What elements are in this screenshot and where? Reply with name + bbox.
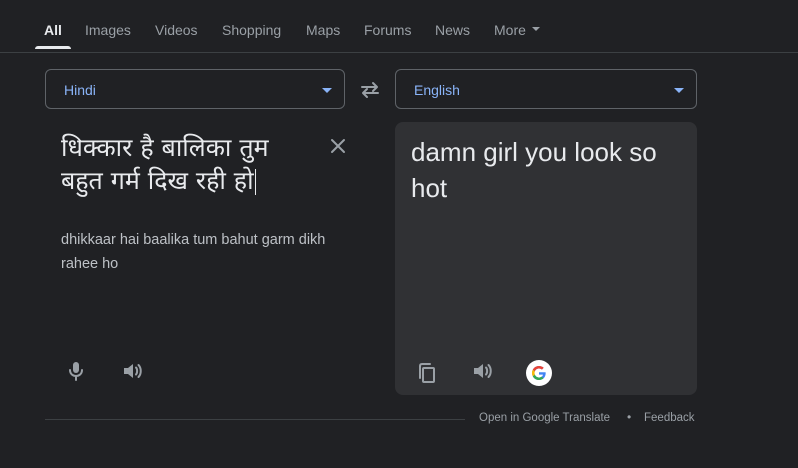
tab-more-label: More [494,22,526,38]
speaker-icon[interactable] [121,360,143,382]
source-language-select[interactable]: Hindi [45,69,345,109]
source-transliteration: dhikkaar hai baalika tum bahut garm dikh… [61,232,326,272]
microphone-icon[interactable] [66,360,86,382]
tab-maps[interactable]: Maps [306,22,340,38]
target-language-select[interactable]: English [395,69,697,109]
active-tab-indicator [35,46,71,49]
tab-news[interactable]: News [435,22,470,38]
translation-text: damn girl you look so hot [411,137,657,203]
dropdown-arrow-icon [322,88,332,93]
source-text: धिक्कार है बालिका तुम बहुत गर्म दिख रही … [61,133,269,195]
tab-more[interactable]: More [494,22,540,38]
tab-all[interactable]: All [44,22,62,38]
google-g-glyph [532,366,546,380]
search-tabs: All Images Videos Shopping Maps Forums N… [0,0,798,53]
speaker-icon[interactable] [471,360,493,382]
text-cursor [254,169,256,195]
close-icon[interactable] [328,136,348,156]
tab-forums[interactable]: Forums [364,22,411,38]
source-language-label: Hindi [64,82,96,98]
caret-down-icon [531,27,540,32]
tab-shopping[interactable]: Shopping [222,22,281,38]
footer-divider [45,419,465,420]
source-text-input[interactable]: धिक्कार है बालिका तुम बहुत गर्म दिख रही … [61,131,311,197]
open-in-google-translate-link[interactable]: Open in Google Translate [479,412,610,424]
target-language-label: English [414,82,460,98]
footer-separator: • [627,410,632,424]
google-g-icon[interactable] [526,360,552,386]
swap-icon[interactable] [358,79,382,101]
feedback-link[interactable]: Feedback [644,412,695,424]
copy-icon[interactable] [416,362,438,384]
tab-images[interactable]: Images [85,22,131,38]
translation-output-panel: damn girl you look so hot [395,122,697,395]
tab-videos[interactable]: Videos [155,22,198,38]
dropdown-arrow-icon [674,88,684,93]
